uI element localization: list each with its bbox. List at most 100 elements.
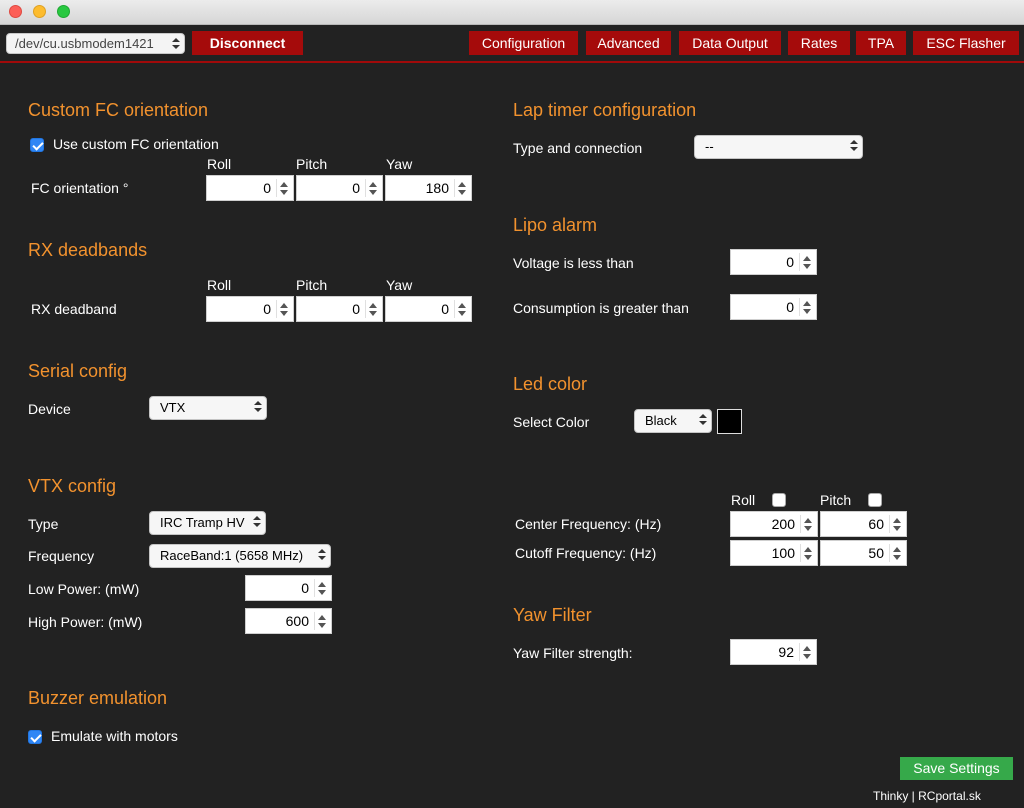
vtx-type-select[interactable]: IRC Tramp HV [149,511,266,535]
tab-advanced[interactable]: Advanced [586,31,671,55]
tab-rates[interactable]: Rates [788,31,850,55]
rx-yaw-input[interactable]: 0 [385,296,472,322]
spinner-icon[interactable] [365,300,379,318]
save-settings-button[interactable]: Save Settings [900,757,1013,780]
use-custom-fc-orientation-label: Use custom FC orientation [53,136,219,152]
cutoff-frequency-roll-value: 100 [771,545,795,561]
yaw-filter-strength-input[interactable]: 92 [730,639,817,665]
cutoff-frequency-label: Cutoff Frequency: (Hz) [515,545,657,561]
port-select-value: /dev/cu.usbmodem1421 [15,36,154,51]
spinner-icon[interactable] [799,253,813,271]
device-label: Device [28,401,71,417]
cutoff-frequency-roll-input[interactable]: 100 [730,540,818,566]
fc-yaw-value: 180 [425,180,449,196]
buzzer-title: Buzzer emulation [28,688,168,708]
vtx-low-power-label: Low Power: (mW) [28,581,140,597]
voltage-input[interactable]: 0 [730,249,817,275]
spinner-icon[interactable] [799,298,813,316]
emulate-with-motors-checkbox[interactable] [28,730,42,744]
maximize-window-button[interactable] [57,5,70,18]
use-custom-fc-orientation-checkbox[interactable] [30,138,44,152]
fc-yaw-input[interactable]: 180 [385,175,472,201]
rx-roll-header: Roll [207,277,232,293]
consumption-input[interactable]: 0 [730,294,817,320]
tab-configuration[interactable]: Configuration [469,31,578,55]
window-titlebar [0,0,1024,25]
rx-pitch-input[interactable]: 0 [296,296,383,322]
vtx-frequency-value: RaceBand:1 (5658 MHz) [160,548,304,563]
rx-deadband-label: RX deadband [31,301,117,317]
tab-tpa[interactable]: TPA [856,31,906,55]
consumption-value: 0 [786,299,794,315]
vtx-type-label: Type [28,516,59,532]
center-frequency-roll-input[interactable]: 200 [730,511,818,537]
spinner-icon[interactable] [276,300,290,318]
center-frequency-pitch-input[interactable]: 60 [820,511,907,537]
fc-pitch-input[interactable]: 0 [296,175,383,201]
spinner-icon[interactable] [889,544,903,562]
spinner-icon[interactable] [454,179,468,197]
select-arrows-icon [254,399,262,414]
spinner-icon[interactable] [800,544,814,562]
spinner-icon[interactable] [276,179,290,197]
vtx-high-power-input[interactable]: 600 [245,608,332,634]
rx-yaw-header: Yaw [386,277,413,293]
cutoff-frequency-pitch-input[interactable]: 50 [820,540,907,566]
spinner-icon[interactable] [454,300,468,318]
close-window-button[interactable] [9,5,22,18]
fc-roll-input[interactable]: 0 [206,175,294,201]
vtx-frequency-select[interactable]: RaceBand:1 (5658 MHz) [149,544,331,568]
spinner-icon[interactable] [365,179,379,197]
spinner-icon[interactable] [889,515,903,533]
lipo-alarm-title: Lipo alarm [513,215,598,235]
fc-orientation-label: FC orientation ° [31,180,129,196]
spinner-icon[interactable] [799,643,813,661]
serial-config-title: Serial config [28,361,128,381]
center-frequency-label: Center Frequency: (Hz) [515,516,662,532]
led-color-title: Led color [513,374,588,394]
center-frequency-pitch-value: 60 [868,516,884,532]
spinner-icon[interactable] [314,612,328,630]
filter-pitch-checkbox[interactable] [868,493,882,507]
lap-timer-title: Lap timer configuration [513,100,697,120]
consumption-label: Consumption is greater than [513,300,689,316]
spinner-icon[interactable] [800,515,814,533]
lap-timer-type-select[interactable]: -- [694,135,863,159]
rx-roll-input[interactable]: 0 [206,296,294,322]
select-arrows-icon [699,412,707,427]
port-select[interactable]: /dev/cu.usbmodem1421 [6,33,185,54]
vtx-low-power-input[interactable]: 0 [245,575,332,601]
vtx-frequency-label: Frequency [28,548,95,564]
yaw-filter-title: Yaw Filter [513,605,592,625]
filter-pitch-header: Pitch [820,492,852,508]
rx-roll-value: 0 [263,301,271,317]
voltage-value: 0 [786,254,794,270]
fc-pitch-header: Pitch [296,156,328,172]
minimize-window-button[interactable] [33,5,46,18]
cutoff-frequency-pitch-value: 50 [868,545,884,561]
yaw-filter-strength-value: 92 [778,644,794,660]
vtx-high-power-value: 600 [285,613,309,629]
fc-pitch-value: 0 [352,180,360,196]
center-frequency-roll-value: 200 [771,516,795,532]
fc-roll-value: 0 [263,180,271,196]
select-arrows-icon [172,36,180,51]
voltage-label: Voltage is less than [513,255,634,271]
rx-pitch-header: Pitch [296,277,328,293]
tab-esc-flasher[interactable]: ESC Flasher [913,31,1019,55]
select-color-label: Select Color [513,414,590,430]
fc-orientation-title: Custom FC orientation [28,100,209,120]
led-color-swatch [717,409,742,434]
select-arrows-icon [318,547,326,562]
select-arrows-icon [253,514,261,529]
filter-roll-checkbox[interactable] [772,493,786,507]
rx-pitch-value: 0 [352,301,360,317]
tab-data-output[interactable]: Data Output [679,31,781,55]
lap-timer-type-value: -- [705,139,714,154]
disconnect-button[interactable]: Disconnect [192,31,303,55]
spinner-icon[interactable] [314,579,328,597]
led-color-select[interactable]: Black [634,409,712,433]
vtx-high-power-label: High Power: (mW) [28,614,143,630]
device-select[interactable]: VTX [149,396,267,420]
rx-deadbands-title: RX deadbands [28,240,148,260]
